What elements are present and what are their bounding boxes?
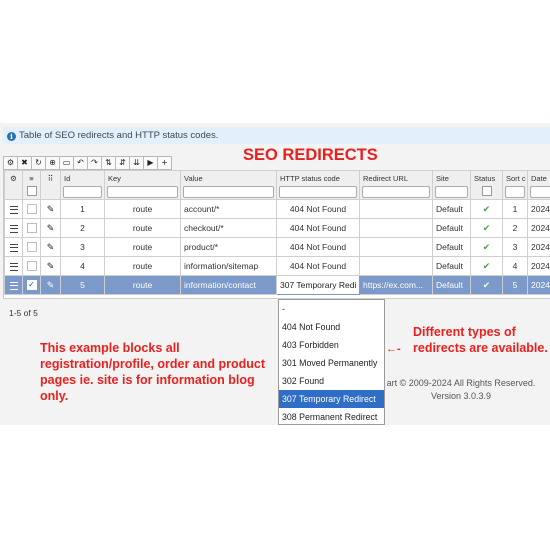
page-title: SEO REDIRECTS <box>243 146 378 164</box>
collapse-icon[interactable]: ✖ <box>17 156 32 170</box>
row-checkbox[interactable] <box>26 223 37 234</box>
add-circle-icon[interactable]: ⊕ <box>45 156 60 170</box>
filter-value[interactable] <box>183 186 274 198</box>
filter-site[interactable] <box>435 186 468 198</box>
status-code-dropdown[interactable]: - 404 Not Found 403 Forbidden 301 Moved … <box>278 299 385 425</box>
export-icon[interactable]: ▶ <box>143 156 158 170</box>
filter-key[interactable] <box>107 186 178 198</box>
row-checkbox[interactable] <box>26 242 37 253</box>
col-id[interactable]: Id <box>60 170 105 200</box>
dropdown-option[interactable]: 403 Forbidden <box>279 336 384 354</box>
gear-icon[interactable]: ⚙ <box>3 156 18 170</box>
header-menu[interactable]: ≡ <box>22 170 41 200</box>
col-site[interactable]: Site <box>432 170 471 200</box>
check-icon: ✔ <box>482 222 491 233</box>
header-grid[interactable]: ⠿ <box>40 170 61 200</box>
dropdown-option-selected[interactable]: 307 Temporary Redirect <box>279 390 384 408</box>
info-text: Table of SEO redirects and HTTP status c… <box>19 130 219 141</box>
filter-status[interactable] <box>481 186 492 196</box>
table-row[interactable]: ✎ 3 route product/* 404 Not Found Defaul… <box>4 237 550 257</box>
col-date[interactable]: Date <box>527 170 550 200</box>
redirects-grid: ⚙ ≡ ⠿ Id Key Value HTTP status code Redi… <box>3 170 550 298</box>
row-checkbox[interactable] <box>26 204 37 215</box>
pager-info: 1-5 of 5 <box>9 308 38 318</box>
edit-icon[interactable]: ✎ <box>47 204 55 214</box>
edit-icon[interactable]: ✎ <box>47 242 55 252</box>
edit-icon[interactable]: ✎ <box>47 261 55 271</box>
filter-sort[interactable] <box>505 186 525 198</box>
table-row[interactable]: ✎ 1 route account/* 404 Not Found Defaul… <box>4 199 550 219</box>
check-icon: ✔ <box>482 260 491 271</box>
drag-handle-icon[interactable] <box>9 262 18 271</box>
drag-handle-icon[interactable] <box>9 281 18 290</box>
col-key[interactable]: Key <box>104 170 181 200</box>
filter-url[interactable] <box>362 186 430 198</box>
sort-icon[interactable]: ⇅ <box>101 156 116 170</box>
plus-icon[interactable]: + <box>157 156 172 170</box>
info-banner: i Table of SEO redirects and HTTP status … <box>3 127 550 144</box>
arrow-left-icon: ←- <box>386 343 401 355</box>
col-status[interactable]: Status <box>470 170 503 200</box>
copyright: art © 2009-2024 All Rights Reserved. Ver… <box>386 378 536 401</box>
check-icon: ✔ <box>482 241 491 252</box>
table-row-selected[interactable]: ✓ ✎ 5 route information/contact 307 Temp… <box>4 275 550 295</box>
grid-toolbar: ⚙ ✖ ↻ ⊕ ▭ ↶ ↷ ⇅ ⇵ ⇊ ▶ + <box>3 156 172 170</box>
edit-icon[interactable]: ✎ <box>47 280 55 290</box>
col-url[interactable]: Redirect URL <box>359 170 433 200</box>
col-code[interactable]: HTTP status code <box>276 170 360 200</box>
dropdown-option[interactable]: 302 Found <box>279 372 384 390</box>
info-icon: i <box>7 132 16 141</box>
dropdown-option[interactable]: 308 Permanent Redirect <box>279 408 384 426</box>
table-row[interactable]: ✎ 4 route information/sitemap 404 Not Fo… <box>4 256 550 276</box>
dropdown-option[interactable]: 301 Moved Permanently <box>279 354 384 372</box>
drag-handle-icon[interactable] <box>9 243 18 252</box>
col-sort[interactable]: Sort c <box>502 170 528 200</box>
row-checkbox-checked[interactable]: ✓ <box>26 280 37 291</box>
row-checkbox[interactable] <box>26 261 37 272</box>
form-icon[interactable]: ▭ <box>59 156 74 170</box>
grid-footer: 1-5 of 5 <box>3 298 550 324</box>
check-icon: ✔ <box>482 203 491 214</box>
columns-icon[interactable]: ⇊ <box>129 156 144 170</box>
status-code-editor[interactable]: 307 Temporary Redi <box>276 275 360 295</box>
refresh-icon[interactable]: ↻ <box>31 156 46 170</box>
select-all-checkbox[interactable] <box>26 186 37 196</box>
table-row[interactable]: ✎ 2 route checkout/* 404 Not Found Defau… <box>4 218 550 238</box>
check-icon: ✔ <box>482 279 491 290</box>
edit-icon[interactable]: ✎ <box>47 223 55 233</box>
note-right: Different types of redirects are availab… <box>413 325 548 355</box>
undo-icon[interactable]: ↶ <box>73 156 88 170</box>
redo-icon[interactable]: ↷ <box>87 156 102 170</box>
header-settings[interactable]: ⚙ <box>4 170 23 200</box>
drag-handle-icon[interactable] <box>9 224 18 233</box>
filter-code[interactable] <box>279 186 357 198</box>
filter-icon[interactable]: ⇵ <box>115 156 130 170</box>
filter-date[interactable] <box>530 186 550 198</box>
drag-handle-icon[interactable] <box>9 205 18 214</box>
col-value[interactable]: Value <box>180 170 277 200</box>
filter-id[interactable] <box>63 186 102 198</box>
dropdown-option[interactable]: - <box>279 300 384 318</box>
note-left: This example blocks all registration/pro… <box>40 341 266 403</box>
dropdown-option[interactable]: 404 Not Found <box>279 318 384 336</box>
